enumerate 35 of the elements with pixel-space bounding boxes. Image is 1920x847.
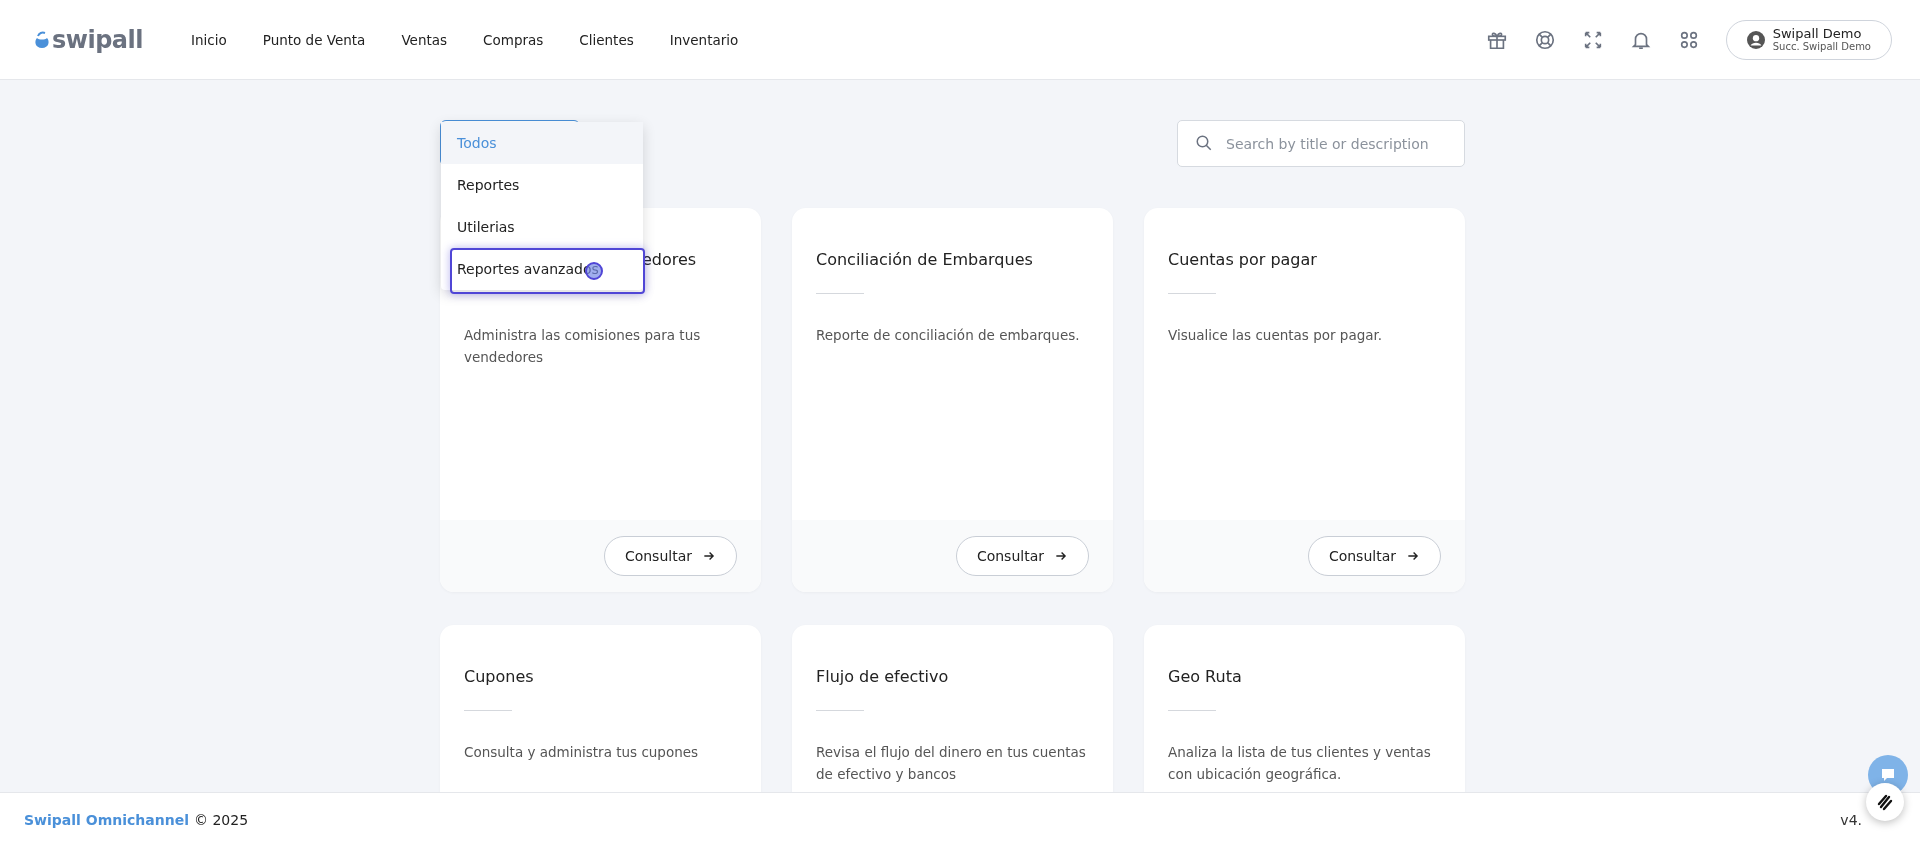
dropdown-option[interactable]: Utilerias bbox=[441, 206, 643, 248]
consult-button[interactable]: Consultar bbox=[955, 536, 1089, 576]
nav-link[interactable]: Punto de Venta bbox=[262, 31, 366, 48]
nav-link[interactable]: Clientes bbox=[579, 31, 634, 48]
arrow-right-icon bbox=[702, 549, 716, 563]
consult-button[interactable]: Consultar bbox=[603, 536, 737, 576]
card-title: Geo Ruta bbox=[1168, 667, 1243, 686]
arrow-right-icon bbox=[1406, 549, 1420, 563]
card-title: Cuentas por pagar bbox=[1168, 250, 1318, 269]
card-description: Analiza la lista de tus clientes y ventas con ubicación geográfica. bbox=[1168, 743, 1432, 784]
arrow-right-icon bbox=[1054, 549, 1068, 563]
copyright-text: © 2025 bbox=[193, 812, 249, 828]
card-title: Conciliación de Embarques bbox=[816, 250, 1034, 269]
consult-button[interactable]: Consultar bbox=[1307, 536, 1441, 576]
nav-link[interactable]: Ventas bbox=[401, 31, 448, 48]
logo-icon bbox=[34, 29, 50, 50]
card-description: Visualice las cuentas por pagar. bbox=[1168, 326, 1384, 345]
pen-icon bbox=[1875, 792, 1895, 812]
chat-bubble-icon bbox=[1880, 767, 1896, 783]
lifebuoy-icon[interactable] bbox=[1533, 28, 1556, 51]
card-description: Consulta y administra tus cupones bbox=[464, 743, 700, 762]
logo-text[interactable]: swipall bbox=[52, 25, 143, 54]
card-title: Flujo de efectivo bbox=[816, 667, 950, 686]
card-description: Reporte de conciliación de embarques. bbox=[816, 326, 1081, 345]
nav-link[interactable]: Inventario bbox=[669, 31, 739, 48]
nav-link[interactable]: Inicio bbox=[191, 31, 227, 48]
search-field[interactable]: Search by title or description bbox=[1177, 120, 1465, 167]
card-title: Cupones bbox=[464, 667, 535, 686]
pen-button[interactable] bbox=[1866, 783, 1904, 821]
card-description: Revisa el flujo del dinero en tus cuentas de efectivo y bancos bbox=[816, 743, 1087, 784]
user-avatar-icon bbox=[1746, 30, 1765, 49]
card-description: Administra las comisiones para tus vendedores bbox=[464, 326, 702, 367]
version-text: v4. bbox=[1840, 812, 1862, 828]
nav-link[interactable]: Compras bbox=[483, 31, 544, 48]
dropdown-option[interactable]: Reportes bbox=[441, 164, 643, 206]
